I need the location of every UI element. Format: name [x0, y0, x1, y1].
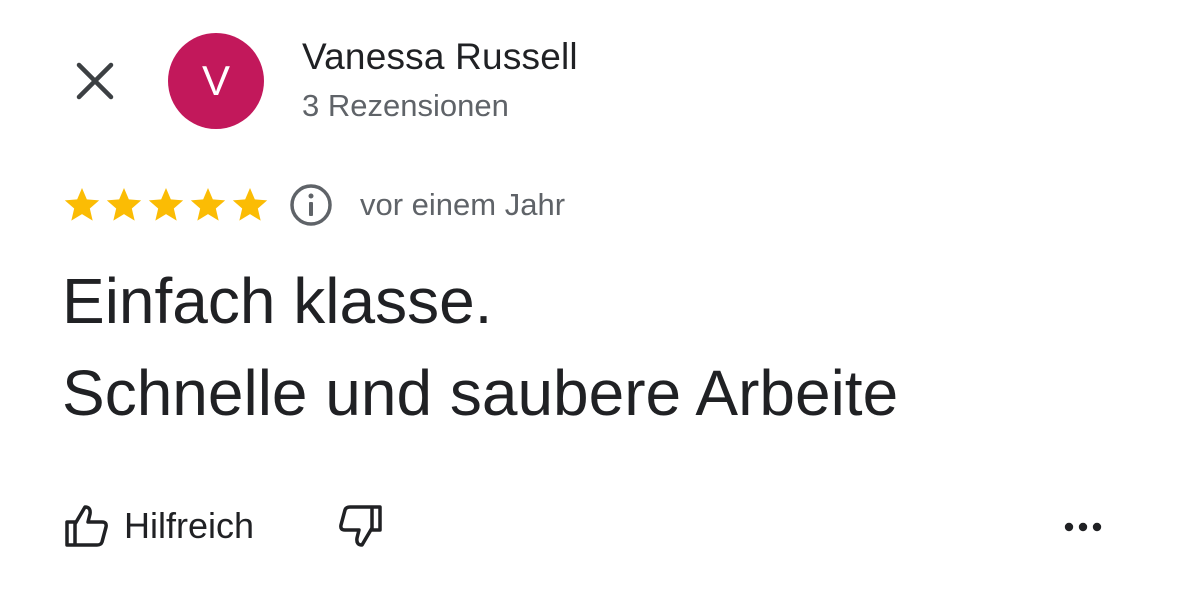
star-icon	[190, 188, 226, 221]
review-card: V Vanessa Russell 3 Rezensionen vor eine…	[0, 0, 1179, 597]
thumb-down-icon	[339, 505, 382, 547]
thumb-up-icon	[65, 505, 108, 547]
helpful-button[interactable]: Hilfreich	[62, 502, 254, 550]
review-date: vor einem Jahr	[360, 187, 566, 222]
avatar[interactable]: V	[168, 33, 264, 129]
review-text-line: Einfach klasse.	[62, 265, 493, 337]
close-button[interactable]	[66, 52, 124, 110]
reviewer-review-count: 3 Rezensionen	[302, 88, 509, 123]
star-icon	[106, 188, 142, 221]
more-horizontal-icon	[1064, 522, 1102, 532]
info-icon	[290, 184, 332, 226]
star-icon	[148, 188, 184, 221]
info-button[interactable]	[288, 182, 334, 228]
reviewer-name[interactable]: Vanessa Russell	[302, 36, 578, 78]
review-actions: Hilfreich	[62, 494, 388, 558]
avatar-initial: V	[201, 57, 230, 104]
review-text: Einfach klasse. Schnelle und saubere Arbe…	[62, 255, 1142, 439]
close-icon	[76, 62, 114, 100]
star-icon	[232, 188, 268, 221]
more-options-button[interactable]	[1058, 502, 1108, 552]
review-text-line: Schnelle und saubere Arbeite	[62, 357, 899, 429]
not-helpful-button[interactable]	[334, 499, 388, 553]
helpful-label: Hilfreich	[124, 505, 255, 546]
star-icon	[64, 188, 100, 221]
review-meta: vor einem Jahr	[62, 178, 565, 232]
star-rating	[62, 185, 270, 225]
